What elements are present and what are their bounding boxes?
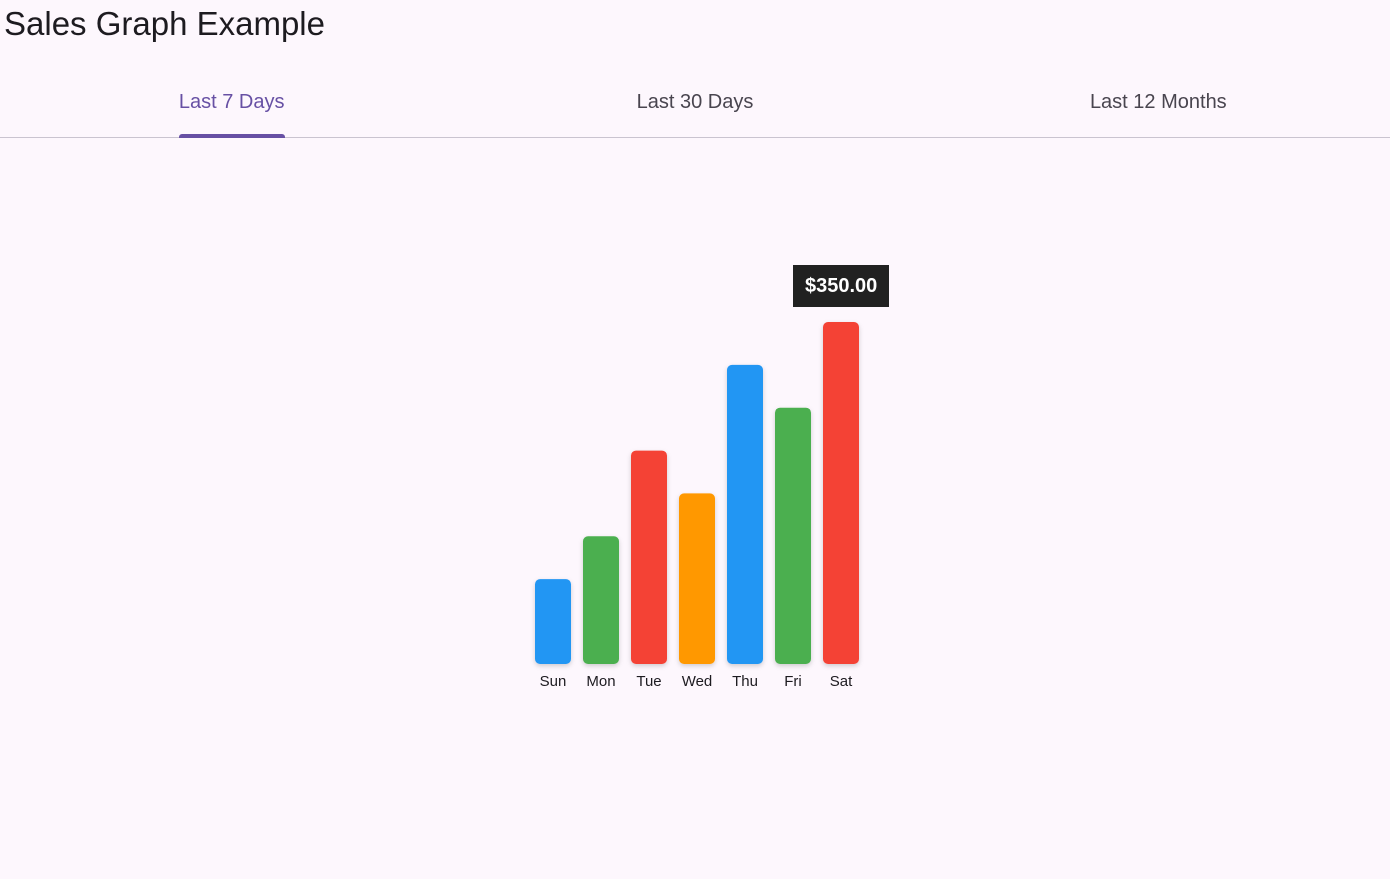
bar-fri[interactable] (775, 407, 811, 664)
x-tick-label: Thu (732, 673, 758, 690)
x-tick-label: Sat (830, 673, 853, 690)
app-title: Sales Graph Example (4, 5, 325, 42)
tab-last-7-days[interactable]: Last 7 Days (0, 66, 463, 138)
bar-sun[interactable] (535, 579, 571, 664)
tab-last-30-days[interactable]: Last 30 Days (463, 66, 926, 137)
bar-sat[interactable] (823, 322, 859, 664)
bar-thu[interactable] (727, 364, 763, 664)
sales-chart-area: Sun Mon Tue Wed Thu Fri Sat $350.00 (0, 138, 1390, 879)
x-tick-label: Sun (540, 673, 567, 690)
x-tick-label: Fri (784, 673, 802, 690)
tab-label: Last 12 Months (1089, 91, 1227, 113)
app-root: Sales Graph Example Last 7 Days Last 30 … (0, 0, 1390, 879)
x-tick-label: Mon (586, 673, 615, 690)
tab-label: Last 30 Days (636, 91, 754, 113)
x-tick-label: Tue (636, 673, 661, 690)
sales-bar-chart: Sun Mon Tue Wed Thu Fri Sat (535, 322, 859, 690)
bar-mon[interactable] (583, 536, 619, 664)
value-tooltip: $350.00 (793, 265, 890, 307)
bar-wed[interactable] (679, 493, 715, 664)
bar-tue[interactable] (631, 450, 667, 664)
tab-last-12-months[interactable]: Last 12 Months (927, 66, 1390, 137)
tab-label: Last 7 Days (178, 91, 285, 113)
period-tab-bar: Last 7 Days Last 30 Days Last 12 Months (0, 66, 1390, 138)
x-tick-label: Wed (682, 673, 713, 690)
